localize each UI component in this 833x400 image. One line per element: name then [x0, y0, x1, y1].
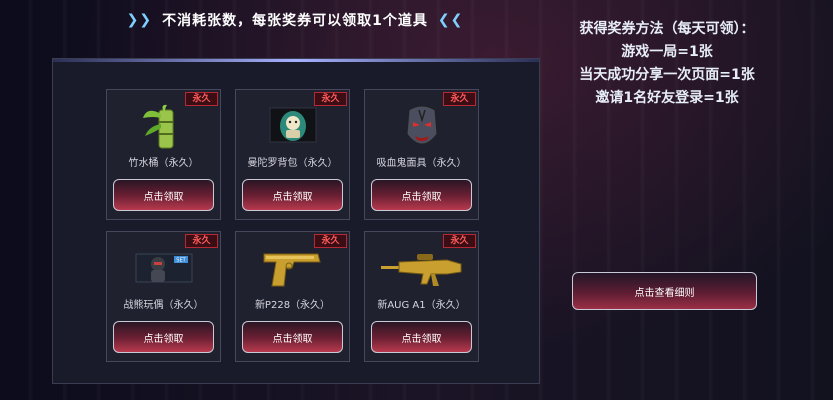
mandala-backpack-icon — [236, 104, 349, 149]
item-name: 吸血鬼面具（永久） — [376, 158, 467, 169]
golden-pistol-icon — [236, 246, 349, 291]
golden-rifle-icon — [365, 246, 478, 291]
vampire-mask-icon — [365, 104, 478, 149]
svg-text:SET: SET — [176, 258, 186, 264]
reward-card-vampire-mask: 永久 吸血鬼面具（永久） 点击领取 — [364, 89, 479, 220]
claim-button[interactable]: 点击领取 — [242, 179, 343, 211]
claim-button[interactable]: 点击领取 — [113, 179, 214, 211]
item-name: 新P228（永久） — [254, 300, 331, 311]
chevron-left-icon: ❮❮ — [437, 12, 464, 28]
view-rules-button[interactable]: 点击查看细则 — [572, 272, 757, 310]
claim-button[interactable]: 点击领取 — [371, 179, 472, 211]
claim-button[interactable]: 点击领取 — [113, 321, 214, 353]
claim-button[interactable]: 点击领取 — [371, 321, 472, 353]
item-name: 竹水桶（永久） — [128, 158, 199, 169]
ticket-info: 获得奖券方法（每天可领）： 游戏一局=1张 当天成功分享一次页面=1张 邀请1名… — [556, 18, 778, 110]
reward-card-bamboo-bucket: 永久 竹水桶（永久） 点击领取 — [106, 89, 221, 220]
reward-panel: 永久 竹水桶（永久） 点击领取 永久 曼陀罗背包（永久） 点击领取 永久 吸血鬼… — [52, 58, 540, 384]
info-title: 获得奖券方法（每天可领）： — [579, 21, 755, 37]
item-name: 战熊玩偶（永久） — [123, 300, 204, 311]
chevron-right-icon: ❯❯ — [126, 12, 153, 28]
info-line: 当天成功分享一次页面=1张 — [579, 67, 755, 83]
reward-card-aug-a1: 永久 新AUG A1（永久） 点击领取 — [364, 231, 479, 362]
war-bear-doll-icon: SET — [107, 246, 220, 291]
reward-card-mandala-backpack: 永久 曼陀罗背包（永久） 点击领取 — [235, 89, 350, 220]
item-name: 曼陀罗背包（永久） — [247, 158, 338, 169]
claim-button[interactable]: 点击领取 — [242, 321, 343, 353]
top-banner: ❯❯ 不消耗张数，每张奖券可以领取1个道具 ❮❮ — [120, 10, 470, 30]
bamboo-bucket-icon — [107, 104, 220, 149]
reward-card-p228: 永久 新P228（永久） 点击领取 — [235, 231, 350, 362]
info-line: 游戏一局=1张 — [621, 44, 713, 60]
info-line: 邀请1名好友登录=1张 — [595, 90, 739, 106]
banner-text: 不消耗张数，每张奖券可以领取1个道具 — [162, 13, 428, 29]
item-name: 新AUG A1（永久） — [377, 300, 466, 311]
reward-card-war-bear-doll: 永久 SET 战熊玩偶（永久） 点击领取 — [106, 231, 221, 362]
